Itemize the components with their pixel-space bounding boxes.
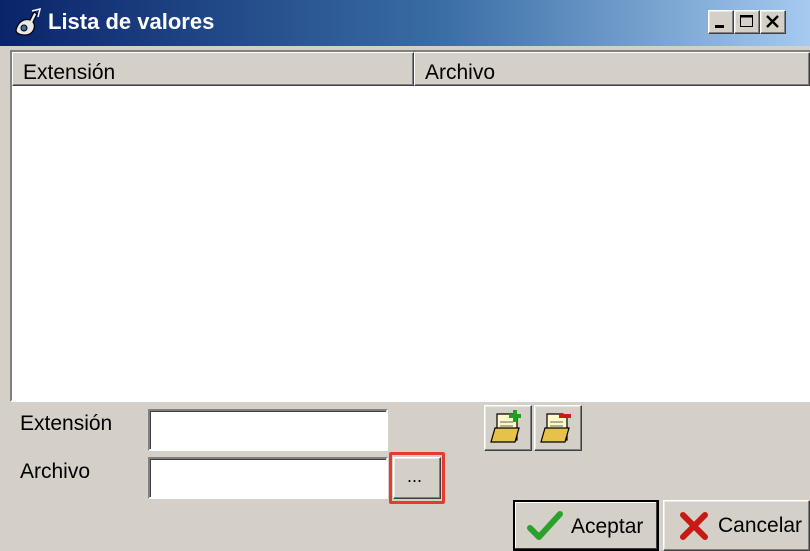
values-list[interactable]: Extensión Archivo: [10, 50, 810, 402]
archivo-field[interactable]: [148, 457, 388, 499]
maximize-icon: [740, 15, 753, 27]
accept-label: Aceptar: [571, 515, 644, 538]
minimize-icon: [715, 25, 724, 28]
column-header-archivo[interactable]: Archivo: [414, 52, 810, 86]
title-bar[interactable]: Lista de valores: [0, 0, 810, 46]
remove-item-button[interactable]: [534, 405, 582, 451]
close-icon: [766, 15, 779, 28]
close-button[interactable]: [760, 10, 786, 34]
maximize-button[interactable]: [734, 10, 760, 34]
add-item-button[interactable]: [484, 405, 532, 451]
add-document-icon: [490, 410, 521, 443]
remove-document-icon: [540, 413, 571, 443]
cancel-button[interactable]: Cancelar: [663, 500, 810, 551]
checkmark-icon: [527, 511, 563, 540]
app-icon: [15, 8, 42, 36]
extension-field[interactable]: [148, 409, 388, 451]
extension-label: Extensión: [20, 412, 113, 435]
window-title: Lista de valores: [48, 9, 215, 34]
accept-button[interactable]: Aceptar: [513, 500, 659, 551]
archivo-label: Archivo: [20, 460, 91, 483]
minimize-button[interactable]: [708, 10, 734, 34]
column-header-extension[interactable]: Extensión: [12, 52, 414, 86]
x-icon: [680, 512, 708, 540]
highlight-box: [389, 452, 445, 504]
cancel-label: Cancelar: [718, 514, 803, 537]
